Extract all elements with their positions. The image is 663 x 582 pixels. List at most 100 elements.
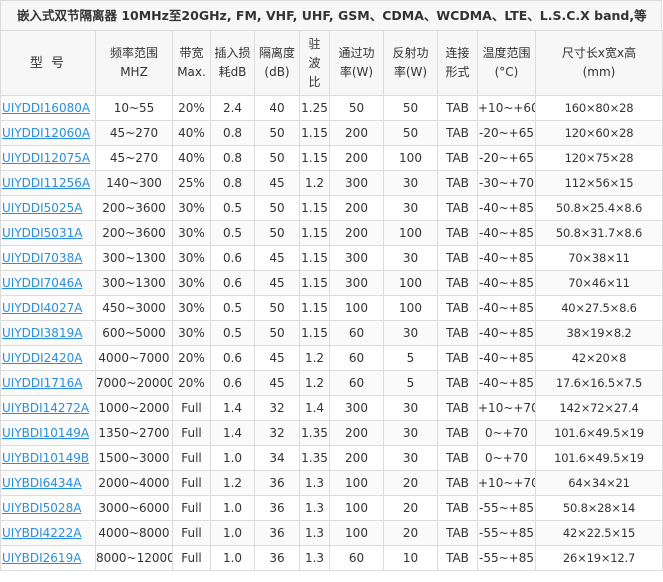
column-header-conn: 连接 形式 (437, 30, 478, 96)
cell-freq: 2000~4000 (95, 470, 173, 496)
cell-dim: 17.6×16.5×7.5 (535, 370, 663, 396)
column-header-line: 率(W) (339, 65, 374, 79)
cell-dim: 120×60×28 (535, 120, 663, 146)
column-header-dim: 尺寸长x宽x高 (mm) (535, 30, 663, 96)
cell-freq: 4000~7000 (95, 345, 173, 371)
cell-conn: TAB (437, 345, 478, 371)
cell-temp: -55~+85 (477, 520, 536, 546)
cell-fwd: 100 (329, 520, 384, 546)
table-row: UIYBDI14272A 1000~2000 Full 1.4 32 1.4 300 30 TA… (0, 395, 663, 421)
column-header-model: 型 号 (0, 30, 96, 96)
model-link[interactable]: UIYBDI5028A (2, 501, 81, 515)
cell-vswr: 1.15 (299, 295, 330, 321)
model-link[interactable]: UIYDDI11256A (2, 176, 90, 190)
cell-vswr: 1.15 (299, 220, 330, 246)
model-link[interactable]: UIYDDI7038A (2, 251, 82, 265)
table-row: UIYDDI4027A 450~3000 30% 0.5 50 1.15 100 100 TAB… (0, 295, 663, 321)
spec-page: 嵌入式双节隔离器 10MHz至20GHz, FM, VHF, UHF, GSM、… (0, 0, 663, 582)
model-link[interactable]: UIYBDI4222A (2, 526, 81, 540)
cell-model: UIYDDI16080A (0, 95, 96, 121)
cell-temp: -40~+85 (477, 245, 536, 271)
cell-bw: Full (172, 545, 211, 571)
cell-bw: 20% (172, 345, 211, 371)
cell-fwd: 200 (329, 120, 384, 146)
cell-il: 0.8 (210, 170, 255, 196)
cell-model: UIYBDI10149A (0, 420, 96, 446)
cell-conn: TAB (437, 395, 478, 421)
model-link[interactable]: UIYDDI3819A (2, 326, 82, 340)
cell-vswr: 1.3 (299, 545, 330, 571)
column-header-line: 插入损 (214, 46, 251, 60)
cell-fwd: 300 (329, 395, 384, 421)
cell-dim: 64×34×21 (535, 470, 663, 496)
table-row: UIYBDI2619A 8000~12000 Full 1.0 36 1.3 60 10 TAB… (0, 545, 663, 571)
cell-temp: -40~+85 (477, 220, 536, 246)
cell-iso: 36 (254, 520, 300, 546)
cell-iso: 36 (254, 545, 300, 571)
cell-vswr: 1.15 (299, 145, 330, 171)
cell-iso: 36 (254, 495, 300, 521)
column-header-line: 尺寸长x宽x高 (561, 46, 637, 60)
cell-temp: -40~+85 (477, 320, 536, 346)
model-link[interactable]: UIYBDI10149A (2, 426, 89, 440)
cell-vswr: 1.3 (299, 470, 330, 496)
cell-freq: 10~55 (95, 95, 173, 121)
cell-il: 0.6 (210, 270, 255, 296)
column-header-iso: 隔离度 (dB) (254, 30, 300, 96)
model-link[interactable]: UIYDDI4027A (2, 301, 82, 315)
model-link[interactable]: UIYBDI6434A (2, 476, 81, 490)
model-link[interactable]: UIYDDI5031A (2, 226, 82, 240)
cell-iso: 34 (254, 445, 300, 471)
cell-rev: 100 (383, 220, 438, 246)
cell-freq: 1500~3000 (95, 445, 173, 471)
cell-rev: 30 (383, 395, 438, 421)
cell-dim: 50.8×25.4×8.6 (535, 195, 663, 221)
cell-rev: 20 (383, 520, 438, 546)
column-header-line: 驻 (308, 36, 321, 51)
cell-model: UIYBDI2619A (0, 545, 96, 571)
cell-temp: -20~+65 (477, 145, 536, 171)
model-link[interactable]: UIYDDI12075A (2, 151, 90, 165)
cell-bw: Full (172, 495, 211, 521)
model-link[interactable]: UIYDDI16080A (2, 101, 90, 115)
table-title: 嵌入式双节隔离器 10MHz至20GHz, FM, VHF, UHF, GSM、… (0, 0, 662, 30)
cell-temp: 0~+70 (477, 445, 536, 471)
cell-fwd: 200 (329, 145, 384, 171)
cell-dim: 50.8×28×14 (535, 495, 663, 521)
cell-rev: 100 (383, 270, 438, 296)
model-link[interactable]: UIYBDI2619A (2, 551, 81, 565)
cell-il: 0.6 (210, 345, 255, 371)
table-row: UIYDDI12075A 45~270 40% 0.8 50 1.15 200 100 TAB -… (0, 145, 663, 171)
model-link[interactable]: UIYDDI5025A (2, 201, 82, 215)
column-header-line: 率(W) (393, 65, 428, 79)
model-link[interactable]: UIYDDI12060A (2, 126, 90, 140)
cell-model: UIYBDI6434A (0, 470, 96, 496)
cell-freq: 200~3600 (95, 195, 173, 221)
cell-model: UIYBDI4222A (0, 520, 96, 546)
column-header-line: 形式 (445, 65, 470, 79)
cell-temp: +10~+60 (477, 95, 536, 121)
cell-model: UIYDDI3819A (0, 320, 96, 346)
cell-freq: 3000~6000 (95, 495, 173, 521)
cell-conn: TAB (437, 245, 478, 271)
model-link[interactable]: UIYBDI14272A (2, 401, 89, 415)
column-header-line: 频率范围 (109, 46, 158, 60)
cell-fwd: 300 (329, 245, 384, 271)
model-link[interactable]: UIYDDI2420A (2, 351, 82, 365)
cell-dim: 120×75×28 (535, 145, 663, 171)
cell-iso: 45 (254, 345, 300, 371)
cell-vswr: 1.2 (299, 170, 330, 196)
cell-vswr: 1.15 (299, 320, 330, 346)
cell-dim: 38×19×8.2 (535, 320, 663, 346)
cell-rev: 100 (383, 295, 438, 321)
column-header-line: (°C) (494, 65, 519, 79)
model-link[interactable]: UIYDDI7046A (2, 276, 82, 290)
cell-conn: TAB (437, 220, 478, 246)
cell-dim: 142×72×27.4 (535, 395, 663, 421)
cell-fwd: 60 (329, 545, 384, 571)
model-link[interactable]: UIYDDI1716A (2, 376, 82, 390)
cell-rev: 20 (383, 470, 438, 496)
model-link[interactable]: UIYBDI10149B (2, 451, 89, 465)
column-header-line: MHZ (120, 65, 148, 79)
cell-dim: 101.6×49.5×19 (535, 420, 663, 446)
